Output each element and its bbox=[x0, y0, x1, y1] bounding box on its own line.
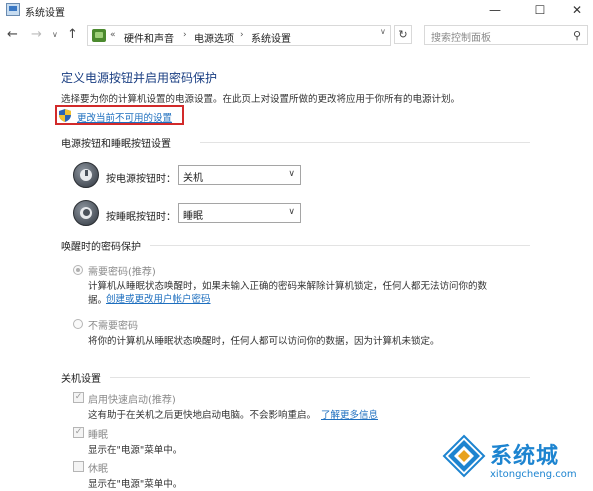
hibernate-menu-label: 休眠 bbox=[88, 464, 108, 475]
change-unavailable-settings-link[interactable]: 更改当前不可用的设置 bbox=[77, 110, 172, 124]
create-change-password-link[interactable]: 创建或更改用户帐户密码 bbox=[106, 291, 211, 305]
hibernate-menu-checkbox[interactable] bbox=[73, 461, 84, 472]
page-title: 定义电源按钮并启用密码保护 bbox=[61, 71, 218, 85]
section-divider bbox=[150, 245, 530, 246]
sleep-button-icon bbox=[73, 200, 99, 226]
breadcrumb-hardware-sound[interactable]: 硬件和声音 bbox=[124, 30, 174, 45]
breadcrumb-overflow-icon[interactable]: « bbox=[110, 30, 116, 40]
power-buttons-heading: 电源按钮和睡眠按钮设置 bbox=[61, 139, 171, 150]
refresh-icon: ↻ bbox=[398, 28, 408, 41]
chevron-down-icon: ∨ bbox=[288, 169, 295, 179]
settings-app-icon bbox=[6, 3, 20, 16]
power-button-action-select[interactable]: 关机 ∨ bbox=[178, 165, 301, 185]
maximize-button[interactable]: ☐ bbox=[520, 0, 560, 20]
main-content: 定义电源按钮并启用密码保护 选择要为你的计算机设置的电源设置。在此页上对设置所做… bbox=[0, 50, 593, 491]
uac-shield-icon bbox=[59, 109, 71, 122]
breadcrumb-power-options[interactable]: 电源选项 bbox=[194, 30, 234, 45]
sleep-button-label: 按睡眠按钮时： bbox=[106, 212, 176, 223]
power-button-label: 按电源按钮时： bbox=[106, 174, 176, 185]
no-password-radio[interactable] bbox=[73, 319, 83, 329]
power-button-action-value: 关机 bbox=[183, 173, 203, 184]
sleep-menu-description: 显示在"电源"菜单中。 bbox=[88, 445, 183, 456]
sleep-button-action-select[interactable]: 睡眠 ∨ bbox=[178, 203, 301, 223]
refresh-button[interactable]: ↻ bbox=[394, 25, 412, 44]
fast-startup-checkbox[interactable]: ✓ bbox=[73, 392, 84, 403]
up-arrow-icon[interactable]: ↑ bbox=[67, 27, 78, 42]
sleep-menu-label: 睡眠 bbox=[88, 430, 108, 441]
require-password-description-cont: 据。 bbox=[88, 295, 108, 306]
breadcrumb-separator-icon: › bbox=[183, 30, 187, 40]
watermark-logo-icon bbox=[442, 434, 486, 478]
address-dropdown-chevron-icon[interactable]: ∨ bbox=[380, 27, 386, 36]
forward-arrow-icon[interactable]: → bbox=[31, 27, 42, 42]
hibernate-menu-description: 显示在"电源"菜单中。 bbox=[88, 479, 183, 490]
fast-startup-description: 这有助于在关机之后更快地启动电脑。不会影响重启。 bbox=[88, 410, 317, 421]
require-password-label: 需要密码(推荐) bbox=[88, 267, 156, 278]
fast-startup-label: 启用快速启动(推荐) bbox=[88, 395, 176, 406]
wake-password-heading: 唤醒时的密码保护 bbox=[61, 242, 141, 253]
section-divider bbox=[110, 377, 530, 378]
search-icon[interactable]: ⚲ bbox=[573, 29, 581, 42]
search-placeholder: 搜索控制面板 bbox=[431, 33, 491, 44]
breadcrumb-system-settings[interactable]: 系统设置 bbox=[251, 30, 291, 45]
require-password-description: 计算机从睡眠状态唤醒时，如果未输入正确的密码来解除计算机锁定，任何人都无法访问你… bbox=[88, 281, 488, 292]
watermark: 系统城 xitongcheng.com bbox=[442, 434, 592, 489]
check-mark-icon: ✓ bbox=[74, 392, 83, 402]
sleep-menu-checkbox[interactable]: ✓ bbox=[73, 427, 84, 438]
sleep-button-action-value: 睡眠 bbox=[183, 211, 203, 222]
no-password-description: 将你的计算机从睡眠状态唤醒时，任何人都可以访问你的数据，因为计算机未锁定。 bbox=[88, 336, 440, 347]
shutdown-settings-heading: 关机设置 bbox=[61, 374, 101, 385]
section-divider bbox=[200, 142, 530, 143]
no-password-label: 不需要密码 bbox=[88, 321, 138, 332]
check-mark-icon: ✓ bbox=[74, 427, 83, 437]
page-description: 选择要为你的计算机设置的电源设置。在此页上对设置所做的更改将应用于你所有的电源计… bbox=[61, 94, 461, 105]
watermark-brand: 系统城 bbox=[490, 444, 560, 469]
minimize-button[interactable]: — bbox=[475, 0, 515, 20]
title-bar: 系统设置 — ☐ ✕ bbox=[0, 0, 593, 20]
recent-locations-chevron-icon[interactable]: ∨ bbox=[52, 30, 58, 39]
chevron-down-icon: ∨ bbox=[288, 207, 295, 217]
window-title: 系统设置 bbox=[25, 8, 65, 19]
require-password-radio[interactable] bbox=[73, 265, 83, 275]
search-input[interactable]: 搜索控制面板 ⚲ bbox=[424, 25, 588, 45]
back-arrow-icon[interactable]: ← bbox=[7, 27, 18, 42]
power-button-icon bbox=[73, 162, 99, 188]
close-button[interactable]: ✕ bbox=[557, 0, 593, 20]
address-bar[interactable]: « 硬件和声音 › 电源选项 › 系统设置 bbox=[87, 25, 391, 46]
learn-more-link[interactable]: 了解更多信息 bbox=[321, 407, 378, 421]
watermark-url: xitongcheng.com bbox=[490, 469, 577, 480]
control-panel-icon bbox=[92, 29, 106, 42]
breadcrumb-separator-icon: › bbox=[240, 30, 244, 40]
